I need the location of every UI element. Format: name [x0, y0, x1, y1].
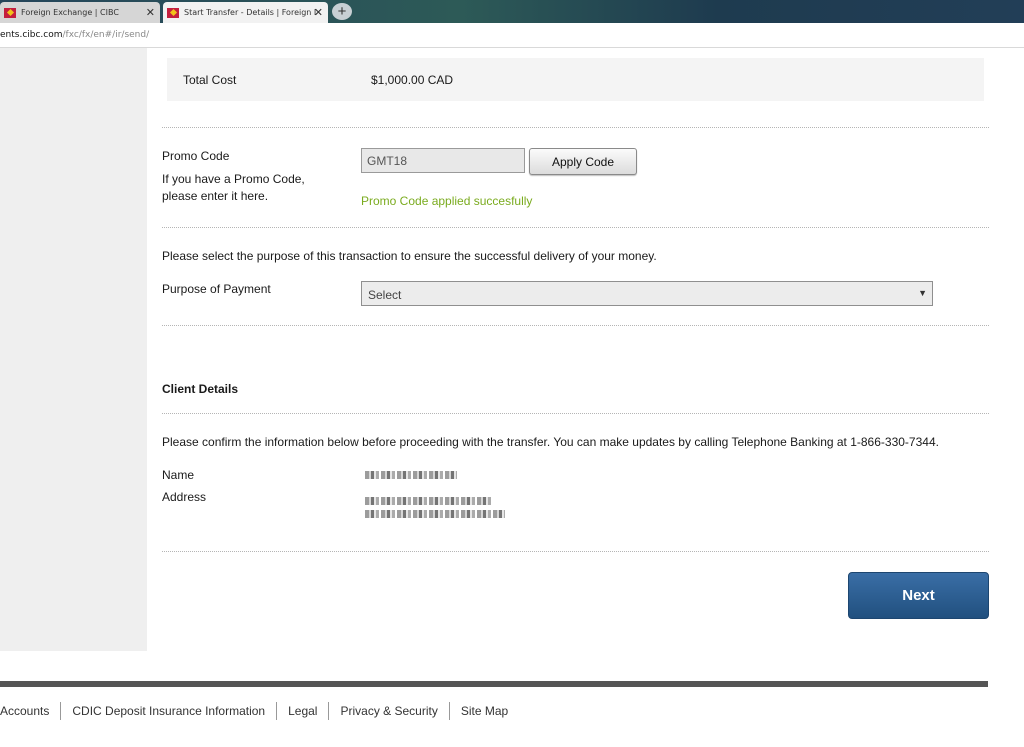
promo-help-line2: please enter it here. — [162, 189, 269, 203]
purpose-intro-text: Please select the purpose of this transa… — [162, 249, 657, 263]
close-icon[interactable]: ✕ — [146, 6, 155, 19]
browser-tab-start-transfer[interactable]: Start Transfer - Details | Foreign I ✕ — [163, 2, 328, 23]
dropdown-arrow-icon: ▼ — [918, 288, 927, 298]
footer-link-legal[interactable]: Legal — [277, 702, 330, 720]
apply-code-button[interactable]: Apply Code — [529, 148, 637, 175]
purpose-of-payment-label: Purpose of Payment — [162, 282, 271, 296]
url-path: /fxc/fx/en#/ir/send/ — [62, 30, 150, 40]
total-cost-value: $1,000.00 CAD — [371, 73, 454, 87]
cibc-favicon-icon — [167, 7, 179, 18]
divider — [162, 127, 989, 128]
address-label: Address — [162, 490, 207, 504]
footer-divider — [0, 681, 988, 687]
footer-link-accounts[interactable]: Accounts — [0, 702, 62, 720]
footer-link-privacy[interactable]: Privacy & Security — [329, 702, 450, 720]
footer-links: Accounts CDIC Deposit Insurance Informat… — [0, 701, 519, 721]
tab-title: Foreign Exchange | CIBC — [21, 8, 119, 17]
promo-success-message: Promo Code applied succesfully — [361, 194, 533, 208]
next-button[interactable]: Next — [848, 572, 989, 619]
redacted-name — [365, 471, 457, 479]
promo-help-line1: If you have a Promo Code, — [162, 172, 305, 186]
total-cost-label: Total Cost — [183, 73, 237, 87]
name-label: Name — [162, 468, 195, 482]
footer-link-cdic[interactable]: CDIC Deposit Insurance Information — [61, 702, 278, 720]
redacted-address-line2 — [365, 510, 505, 518]
footer-link-sitemap[interactable]: Site Map — [450, 702, 519, 720]
promo-code-input[interactable] — [361, 148, 525, 173]
client-info-text: Please confirm the information below bef… — [162, 435, 939, 449]
client-details-title: Client Details — [162, 382, 239, 396]
total-cost-box: Total Cost $1,000.00 CAD — [167, 58, 984, 101]
browser-tab-foreign-exchange[interactable]: Foreign Exchange | CIBC ✕ — [0, 2, 160, 23]
divider — [162, 227, 989, 228]
purpose-selected-value: Select — [368, 288, 402, 302]
new-tab-icon[interactable]: + — [332, 3, 352, 20]
divider — [162, 551, 989, 552]
divider — [162, 325, 989, 326]
divider — [162, 413, 989, 414]
promo-code-label: Promo Code — [162, 149, 230, 163]
cibc-favicon-icon — [4, 7, 16, 18]
left-sidebar — [0, 48, 147, 651]
address-bar[interactable]: ents.cibc.com/fxc/fx/en#/ir/send/ — [0, 23, 1024, 48]
browser-tab-bar: Foreign Exchange | CIBC ✕ Start Transfer… — [0, 0, 1024, 23]
tab-title: Start Transfer - Details | Foreign I — [184, 8, 317, 17]
close-icon[interactable]: ✕ — [314, 6, 323, 19]
purpose-of-payment-select[interactable]: Select ▼ — [361, 281, 933, 306]
url-host: ents.cibc.com — [0, 30, 63, 40]
redacted-address-line1 — [365, 497, 491, 505]
